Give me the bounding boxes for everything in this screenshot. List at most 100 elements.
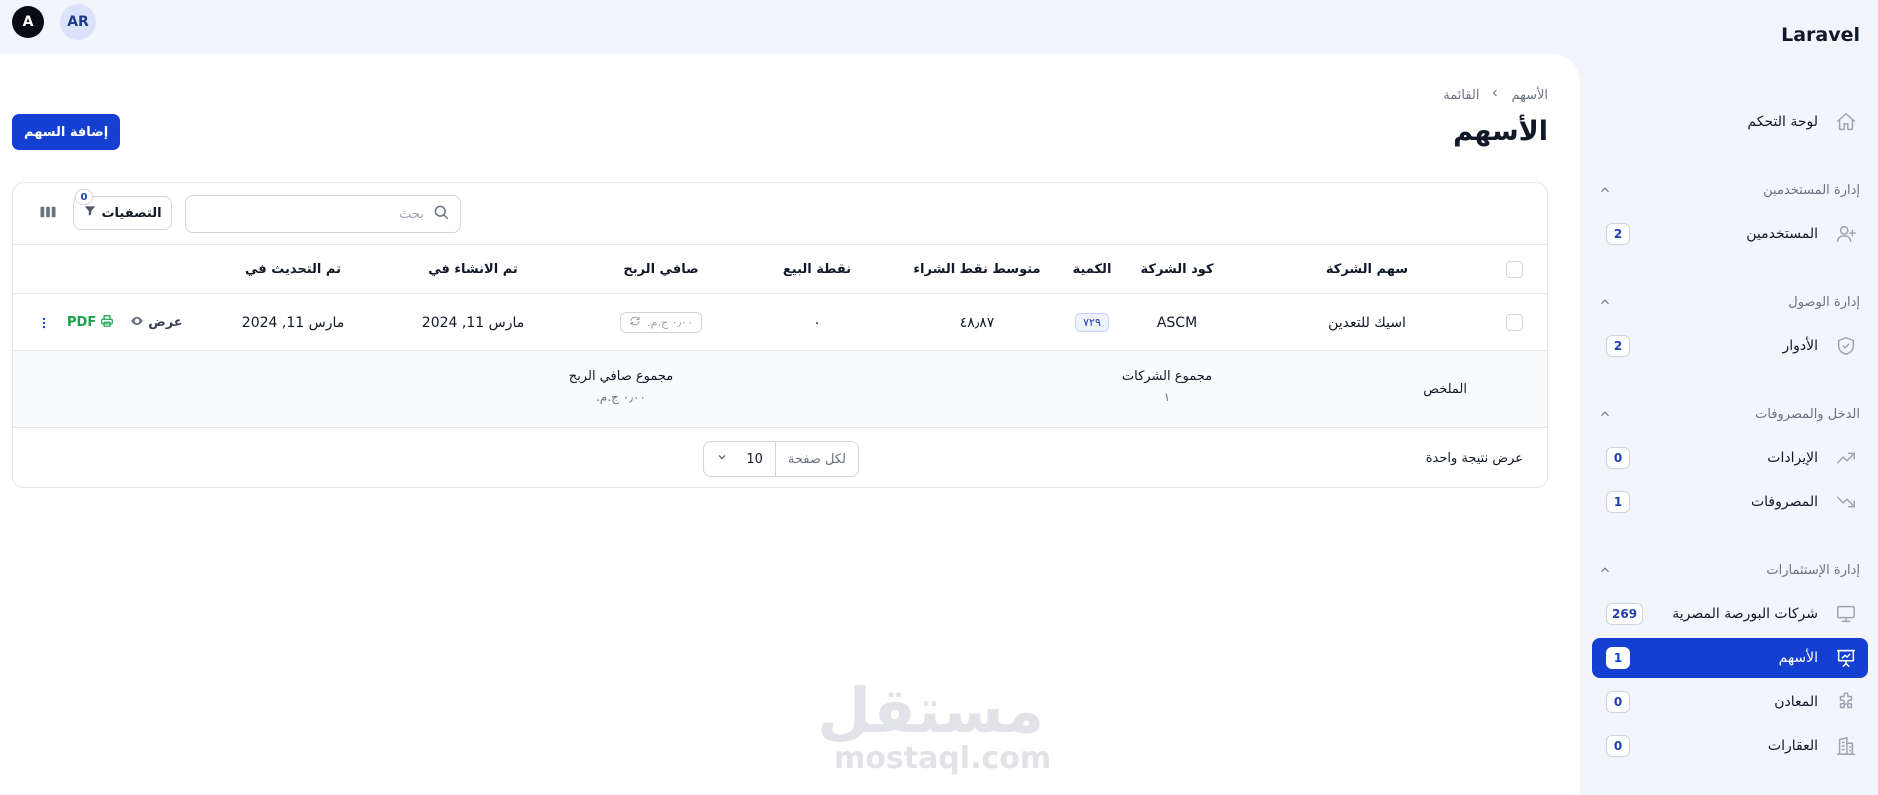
column-header-avg-buy-points[interactable]: متوسط نقط الشراء (887, 245, 1067, 294)
sidebar-item-roles[interactable]: الأدوار 2 (1592, 326, 1868, 366)
chevron-left-icon (1489, 87, 1501, 103)
column-header-updated-at[interactable]: تم التحديث في (223, 245, 363, 294)
per-page-value: 10 (746, 451, 763, 467)
cell-avg-buy-points: ٤٨٫٨٧ (959, 314, 995, 331)
shield-check-icon (1834, 334, 1858, 358)
count-badge: 0 (1606, 735, 1630, 757)
table-summary: الملخص مجموع الشركات ١ مجموع صافي الربح … (13, 351, 1547, 428)
filters-count-badge: 0 (75, 189, 93, 205)
funnel-icon (83, 204, 97, 222)
table-toolbar: التصفيات 0 (13, 183, 1547, 245)
sidebar-group-title: الدخل والمصروفات (1755, 406, 1860, 422)
column-header-net-profit[interactable]: صافي الربح (601, 245, 721, 294)
brand-logo[interactable]: Laravel (1781, 24, 1860, 46)
column-header-company-stock[interactable]: سهم الشركة (1277, 245, 1457, 294)
main-panel: الأسهم القائمة الأسهم إضافة السهم التصفي… (0, 54, 1580, 795)
sidebar-item-egx-companies[interactable]: شركات البورصة المصرية 269 (1592, 594, 1868, 634)
summary-label: الملخص (1423, 382, 1467, 397)
breadcrumb-current: القائمة (1443, 87, 1480, 103)
more-actions-icon[interactable] (37, 316, 51, 330)
sidebar-item-label: الإيرادات (1767, 450, 1818, 466)
refresh-icon (629, 315, 641, 330)
chevron-up-icon (1598, 563, 1612, 577)
sidebar-item-users[interactable]: المستخدمين 2 (1592, 214, 1868, 254)
chevron-up-icon (1598, 407, 1612, 421)
home-icon (1834, 110, 1858, 134)
sidebar-item-revenues[interactable]: الإيرادات 0 (1592, 438, 1868, 478)
count-badge: 0 (1606, 691, 1630, 713)
cell-created-at: مارس 11, 2024 (421, 314, 525, 331)
building-icon (1834, 734, 1858, 758)
sidebar-group-title: إدارة الوصول (1788, 294, 1860, 310)
eye-icon (130, 314, 144, 332)
sidebar-group-income-expenses[interactable]: الدخل والمصروفات (1598, 402, 1860, 426)
sidebar-item-label: شركات البورصة المصرية (1672, 606, 1818, 622)
stocks-table-card: التصفيات 0 سهم الشركة كود الشركة الكمية … (12, 182, 1548, 488)
sidebar-item-label: العقارات (1767, 738, 1818, 754)
chevron-down-icon (716, 451, 728, 467)
cell-net-profit: ٠٫٠٠ ج.م. (601, 294, 721, 351)
presentation-chart-icon (1834, 646, 1858, 670)
sidebar: Laravel لوحة التحكم إدارة المستخدمين الم… (1580, 0, 1878, 795)
column-header-created-at[interactable]: تم الانشاء في (403, 245, 543, 294)
cell-company-stock: اسيك للتعدين (1328, 314, 1406, 331)
sidebar-item-label: المعادن (1774, 694, 1818, 710)
count-badge: 2 (1606, 335, 1630, 357)
summary-companies-total: مجموع الشركات ١ (1077, 369, 1257, 404)
per-page-select[interactable]: 10 (704, 442, 775, 476)
sidebar-item-metals[interactable]: المعادن 0 (1592, 682, 1868, 722)
sidebar-group-access[interactable]: إدارة الوصول (1598, 290, 1860, 314)
printer-icon (100, 314, 114, 332)
sidebar-item-label: الأدوار (1782, 338, 1818, 354)
table-footer: عرض نتيجة واحدة لكل صفحة 10 (13, 428, 1547, 487)
sidebar-item-label: لوحة التحكم (1747, 114, 1818, 130)
trending-up-icon (1834, 446, 1858, 470)
search-input[interactable] (196, 199, 424, 229)
count-badge: 1 (1606, 491, 1630, 513)
user-avatar[interactable]: A (12, 6, 44, 38)
net-profit-value: ٠٫٠٠ ج.م. (647, 316, 693, 329)
row-checkbox[interactable] (1506, 314, 1523, 331)
chevron-up-icon (1598, 183, 1612, 197)
watermark: مستقل mostaql.com (817, 674, 1052, 776)
per-page-control[interactable]: لكل صفحة 10 (703, 441, 859, 477)
select-all-checkbox[interactable] (1506, 261, 1523, 278)
sidebar-item-stocks[interactable]: الأسهم 1 (1592, 638, 1868, 678)
search-icon (432, 203, 450, 225)
filters-label: التصفيات (101, 205, 162, 221)
per-page-label: لكل صفحة (774, 442, 858, 476)
table-row[interactable]: اسيك للتعدين ASCM ٧٢٩ ٤٨٫٨٧ ٠ ٠٫٠٠ ج.م. … (13, 294, 1547, 351)
quantity-badge: ٧٢٩ (1075, 313, 1109, 332)
cell-sell-point: ٠ (813, 314, 821, 331)
search-box[interactable] (185, 195, 461, 233)
count-badge: 1 (1606, 647, 1630, 669)
count-badge: 0 (1606, 447, 1630, 469)
cell-updated-at: مارس 11, 2024 (241, 314, 345, 331)
row-actions: PDF عرض (37, 294, 183, 351)
summary-net-profit-total: مجموع صافي الربح ٠٫٠٠ ج.م. (531, 369, 711, 404)
view-label: عرض (148, 315, 183, 330)
watermark-latin: mostaql.com (834, 741, 1052, 776)
breadcrumb-root[interactable]: الأسهم (1511, 88, 1548, 103)
watermark-arabic: مستقل (817, 674, 1044, 747)
sidebar-item-expenses[interactable]: المصروفات 1 (1592, 482, 1868, 522)
sidebar-group-investments[interactable]: إدارة الإستثمارات (1598, 558, 1860, 582)
view-action[interactable]: عرض (130, 314, 183, 332)
count-badge: 269 (1606, 603, 1644, 625)
breadcrumb: الأسهم القائمة (1443, 87, 1548, 103)
filters-button[interactable]: التصفيات 0 (73, 189, 172, 230)
chevron-up-icon (1598, 295, 1612, 309)
sidebar-item-dashboard[interactable]: لوحة التحكم (1592, 102, 1868, 142)
add-stock-button[interactable]: إضافة السهم (12, 114, 121, 150)
sidebar-group-users[interactable]: إدارة المستخدمين (1598, 178, 1860, 202)
sidebar-group-title: إدارة الإستثمارات (1766, 562, 1860, 578)
column-header-sell-point[interactable]: نقطة البيع (757, 245, 877, 294)
language-switcher[interactable]: AR (60, 4, 96, 40)
sidebar-item-label: المصروفات (1750, 494, 1818, 510)
results-count: عرض نتيجة واحدة (1425, 451, 1523, 466)
sidebar-item-real-estate[interactable]: العقارات 0 (1592, 726, 1868, 766)
summary-value: ١ (1163, 390, 1171, 404)
columns-toggle-icon[interactable] (37, 203, 57, 223)
pdf-action[interactable]: PDF (67, 314, 114, 332)
sidebar-item-label: الأسهم (1778, 650, 1818, 666)
